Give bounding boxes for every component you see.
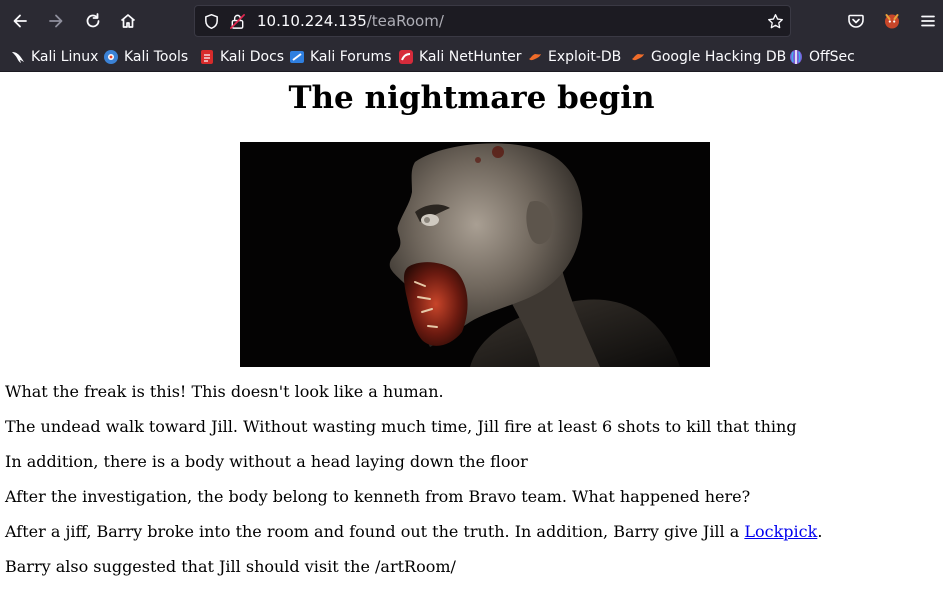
- forward-arrow-icon: [49, 14, 63, 28]
- forward-button[interactable]: [42, 7, 70, 35]
- bookmarks-toolbar: Kali Linux Kali Tools Kali Docs Kali For…: [0, 42, 943, 72]
- offsec-icon: [790, 50, 802, 64]
- story-paragraph-3: In addition, there is a body without a h…: [5, 452, 528, 471]
- story-paragraph-5: After a jiff, Barry broke into the room …: [5, 522, 822, 541]
- bookmark-label: Kali NetHunter: [419, 49, 522, 65]
- pocket-icon: [848, 14, 864, 28]
- kali-forums-icon: [290, 51, 304, 63]
- bookmark-label: Google Hacking DB: [651, 49, 787, 65]
- bookmark-star-icon[interactable]: [767, 13, 784, 30]
- address-bar[interactable]: 10.10.224.135/teaRoom/: [194, 5, 791, 37]
- lockpick-text-after: .: [817, 522, 823, 541]
- home-button[interactable]: [114, 7, 142, 35]
- browser-toolbar: 10.10.224.135/teaRoom/: [0, 0, 943, 42]
- bookmark-kali-linux[interactable]: Kali Linux: [10, 47, 98, 67]
- story-paragraph-2: The undead walk toward Jill. Without was…: [5, 417, 797, 436]
- bookmark-label: Kali Docs: [220, 49, 285, 65]
- bookmark-kali-forums[interactable]: Kali Forums: [289, 47, 391, 67]
- url-host: 10.10.224.135: [257, 12, 367, 30]
- tracking-shield-icon[interactable]: [203, 13, 220, 30]
- story-paragraph-1: What the freak is this! This doesn't loo…: [5, 382, 444, 401]
- url-path: /teaRoom/: [366, 12, 444, 30]
- exploit-db-icon: [529, 54, 541, 61]
- pocket-button[interactable]: [842, 7, 870, 35]
- bookmark-label: OffSec: [809, 49, 855, 65]
- kali-nethunter-icon: [399, 50, 413, 64]
- story-paragraph-4: After the investigation, the body belong…: [5, 487, 751, 506]
- bookmark-exploit-db[interactable]: Exploit-DB: [527, 47, 621, 67]
- back-button[interactable]: [6, 7, 34, 35]
- bookmark-label: Exploit-DB: [548, 49, 622, 65]
- lockpick-link[interactable]: Lockpick: [744, 522, 817, 541]
- kali-tools-icon: [104, 50, 118, 64]
- bookmark-offsec[interactable]: OffSec: [788, 47, 855, 67]
- lockpick-text-before: After a jiff, Barry broke into the room …: [5, 522, 745, 541]
- reload-icon: [86, 13, 100, 28]
- bookmark-google-hacking-db[interactable]: Google Hacking DB: [630, 47, 786, 67]
- bookmark-label: Kali Tools: [124, 49, 189, 65]
- insecure-lock-icon[interactable]: [229, 13, 246, 30]
- story-paragraph-6: Barry also suggested that Jill should vi…: [5, 557, 456, 576]
- bookmark-label: Kali Forums: [310, 49, 392, 65]
- app-menu-button[interactable]: [914, 7, 942, 35]
- ghdb-icon: [632, 54, 644, 61]
- page-title: The nightmare begin: [288, 80, 655, 116]
- hamburger-menu-icon: [921, 15, 935, 27]
- kali-docs-icon: [201, 50, 213, 64]
- foxyproxy-extension-icon: [885, 14, 899, 29]
- bookmark-kali-docs[interactable]: Kali Docs: [199, 47, 284, 67]
- bookmark-kali-nethunter[interactable]: Kali NetHunter: [398, 47, 521, 67]
- bookmark-label: Kali Linux: [31, 49, 99, 65]
- zombie-image: [240, 142, 710, 367]
- kali-dragon-icon: [12, 52, 24, 63]
- url-text[interactable]: 10.10.224.135/teaRoom/: [257, 12, 444, 30]
- reload-button[interactable]: [79, 7, 107, 35]
- back-arrow-icon: [13, 14, 27, 28]
- extension-button[interactable]: [878, 7, 906, 35]
- home-icon: [120, 14, 136, 28]
- bookmark-kali-tools[interactable]: Kali Tools: [103, 47, 188, 67]
